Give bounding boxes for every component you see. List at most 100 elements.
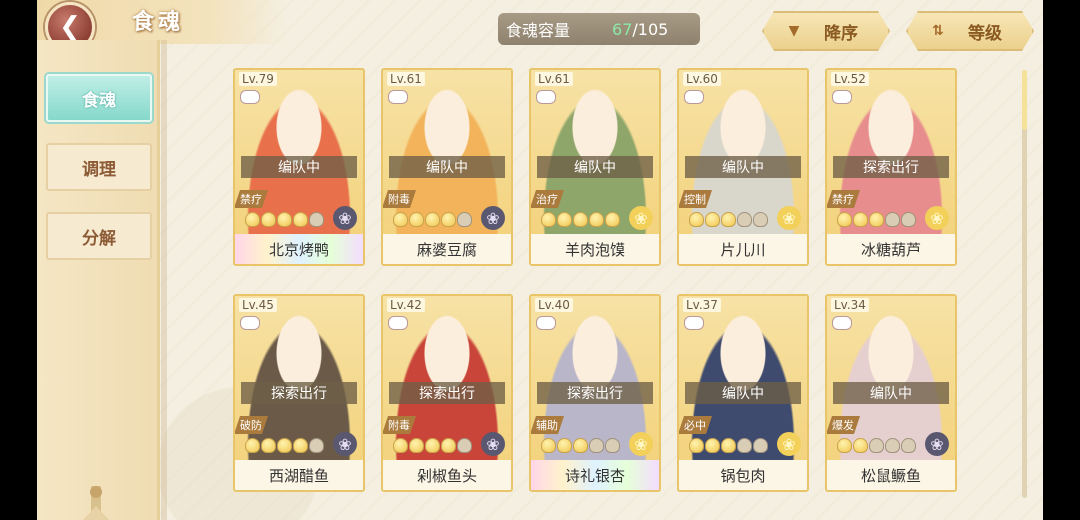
star-rating xyxy=(245,212,324,228)
level-label: Lv.79 xyxy=(239,72,277,86)
flower-icon: ❀ xyxy=(481,432,505,456)
status-badge: 编队中 xyxy=(389,156,505,178)
star-rating xyxy=(393,438,472,454)
capacity-total: /105 xyxy=(632,19,669,39)
food-soul-card[interactable]: Lv.61 编队中 附毒 ❀ 麻婆豆腐 xyxy=(381,68,513,266)
food-soul-card[interactable]: Lv.45 探索出行 破防 ❀ 西湖醋鱼 xyxy=(233,294,365,492)
star-empty-icon xyxy=(605,438,620,453)
card-name: 锅包肉 xyxy=(679,460,807,490)
star-empty-icon xyxy=(309,438,324,453)
star-rating xyxy=(245,438,324,454)
star-rating xyxy=(541,438,620,454)
sort-order-button[interactable]: ▼ 降序 xyxy=(762,11,890,51)
food-soul-card[interactable]: Lv.61 编队中 治疗 ❀ 羊肉泡馍 xyxy=(529,68,661,266)
star-rating xyxy=(393,212,472,228)
star-filled-icon xyxy=(277,212,292,227)
capacity-label: 食魂容量 xyxy=(506,21,571,40)
star-empty-icon xyxy=(457,438,472,453)
food-soul-card[interactable]: Lv.79 编队中禁疗 ❀ 北京烤鸭 xyxy=(233,68,365,266)
flower-icon: ❀ xyxy=(333,206,357,230)
card-name: 北京烤鸭 xyxy=(235,234,363,264)
bowl-icon xyxy=(388,316,408,330)
role-tag: 禁疗 xyxy=(234,190,268,208)
bowl-icon xyxy=(832,90,852,104)
status-badge: 编队中 xyxy=(537,156,653,178)
star-rating xyxy=(837,438,916,454)
star-empty-icon xyxy=(885,438,900,453)
level-label: Lv.42 xyxy=(387,298,425,312)
sidebar-item-refine[interactable]: 调理 xyxy=(46,143,152,191)
bowl-icon xyxy=(536,90,556,104)
flower-icon: ❀ xyxy=(777,432,801,456)
level-label: Lv.34 xyxy=(831,298,869,312)
star-filled-icon xyxy=(689,438,704,453)
back-arrow-icon: ❮ xyxy=(59,12,81,42)
sort-order-label: 降序 xyxy=(824,23,858,44)
card-name: 诗礼银杏 xyxy=(531,460,659,490)
role-tag: 破防 xyxy=(234,416,268,434)
scroll-ornament-icon xyxy=(83,486,109,520)
status-badge: 编队中 xyxy=(685,156,801,178)
food-soul-card[interactable]: Lv.34 编队中 爆发 ❀ 松鼠鳜鱼 xyxy=(825,294,957,492)
bowl-icon xyxy=(832,316,852,330)
star-filled-icon xyxy=(409,212,424,227)
star-empty-icon xyxy=(901,438,916,453)
scrollbar-thumb[interactable] xyxy=(1022,70,1027,130)
card-name: 羊肉泡馍 xyxy=(531,234,659,264)
card-name: 冰糖葫芦 xyxy=(827,234,955,264)
capacity-current: 67 xyxy=(612,19,633,39)
down-triangle-icon: ▼ xyxy=(788,23,800,39)
star-rating xyxy=(541,212,620,228)
star-filled-icon xyxy=(541,212,556,227)
star-filled-icon xyxy=(261,438,276,453)
star-filled-icon xyxy=(689,212,704,227)
status-badge: 探索出行 xyxy=(389,382,505,404)
sidebar-item-food-soul[interactable]: 食魂 xyxy=(46,74,152,122)
food-soul-card[interactable]: Lv.37 编队中 必中 ❀ 锅包肉 xyxy=(677,294,809,492)
star-filled-icon xyxy=(573,438,588,453)
bowl-icon xyxy=(388,90,408,104)
sort-by-button[interactable]: ⇅ 等级 xyxy=(906,11,1034,51)
flower-icon: ❀ xyxy=(925,206,949,230)
flower-icon: ❀ xyxy=(333,432,357,456)
status-badge: 探索出行 xyxy=(537,382,653,404)
status-badge: 探索出行 xyxy=(833,156,949,178)
star-empty-icon xyxy=(869,438,884,453)
food-soul-card[interactable]: Lv.40 探索出行 辅助 ❀ 诗礼银杏 xyxy=(529,294,661,492)
card-name: 西湖醋鱼 xyxy=(235,460,363,490)
flower-icon: ❀ xyxy=(925,432,949,456)
food-soul-card[interactable]: Lv.52 探索出行 禁疗 ❀ 冰糖葫芦 xyxy=(825,68,957,266)
bowl-icon xyxy=(684,90,704,104)
star-filled-icon xyxy=(557,438,572,453)
capacity-indicator: 食魂容量 67 /105 xyxy=(498,13,700,45)
star-filled-icon xyxy=(705,438,720,453)
star-filled-icon xyxy=(393,212,408,227)
star-empty-icon xyxy=(457,212,472,227)
star-filled-icon xyxy=(837,212,852,227)
card-name: 松鼠鳜鱼 xyxy=(827,460,955,490)
sidebar-item-decompose[interactable]: 分解 xyxy=(46,212,152,260)
star-filled-icon xyxy=(573,212,588,227)
status-badge: 编队中 xyxy=(241,156,357,178)
star-filled-icon xyxy=(541,438,556,453)
star-empty-icon xyxy=(901,212,916,227)
star-rating xyxy=(837,212,916,228)
flower-icon: ❀ xyxy=(629,432,653,456)
star-empty-icon xyxy=(737,438,752,453)
level-label: Lv.60 xyxy=(683,72,721,86)
star-empty-icon xyxy=(885,212,900,227)
bowl-icon xyxy=(684,316,704,330)
flower-icon: ❀ xyxy=(629,206,653,230)
card-name: 片儿川 xyxy=(679,234,807,264)
level-label: Lv.37 xyxy=(683,298,721,312)
food-soul-card[interactable]: Lv.42 探索出行 附毒 ❀ 剁椒鱼头 xyxy=(381,294,513,492)
star-filled-icon xyxy=(245,438,260,453)
star-filled-icon xyxy=(293,212,308,227)
flower-icon: ❀ xyxy=(777,206,801,230)
level-label: Lv.52 xyxy=(831,72,869,86)
food-soul-card[interactable]: Lv.60 编队中 控制 ❀ 片儿川 xyxy=(677,68,809,266)
page-title: 食魂 xyxy=(132,9,185,35)
star-rating xyxy=(689,438,768,454)
scrollbar[interactable] xyxy=(1022,70,1027,498)
star-empty-icon xyxy=(753,212,768,227)
